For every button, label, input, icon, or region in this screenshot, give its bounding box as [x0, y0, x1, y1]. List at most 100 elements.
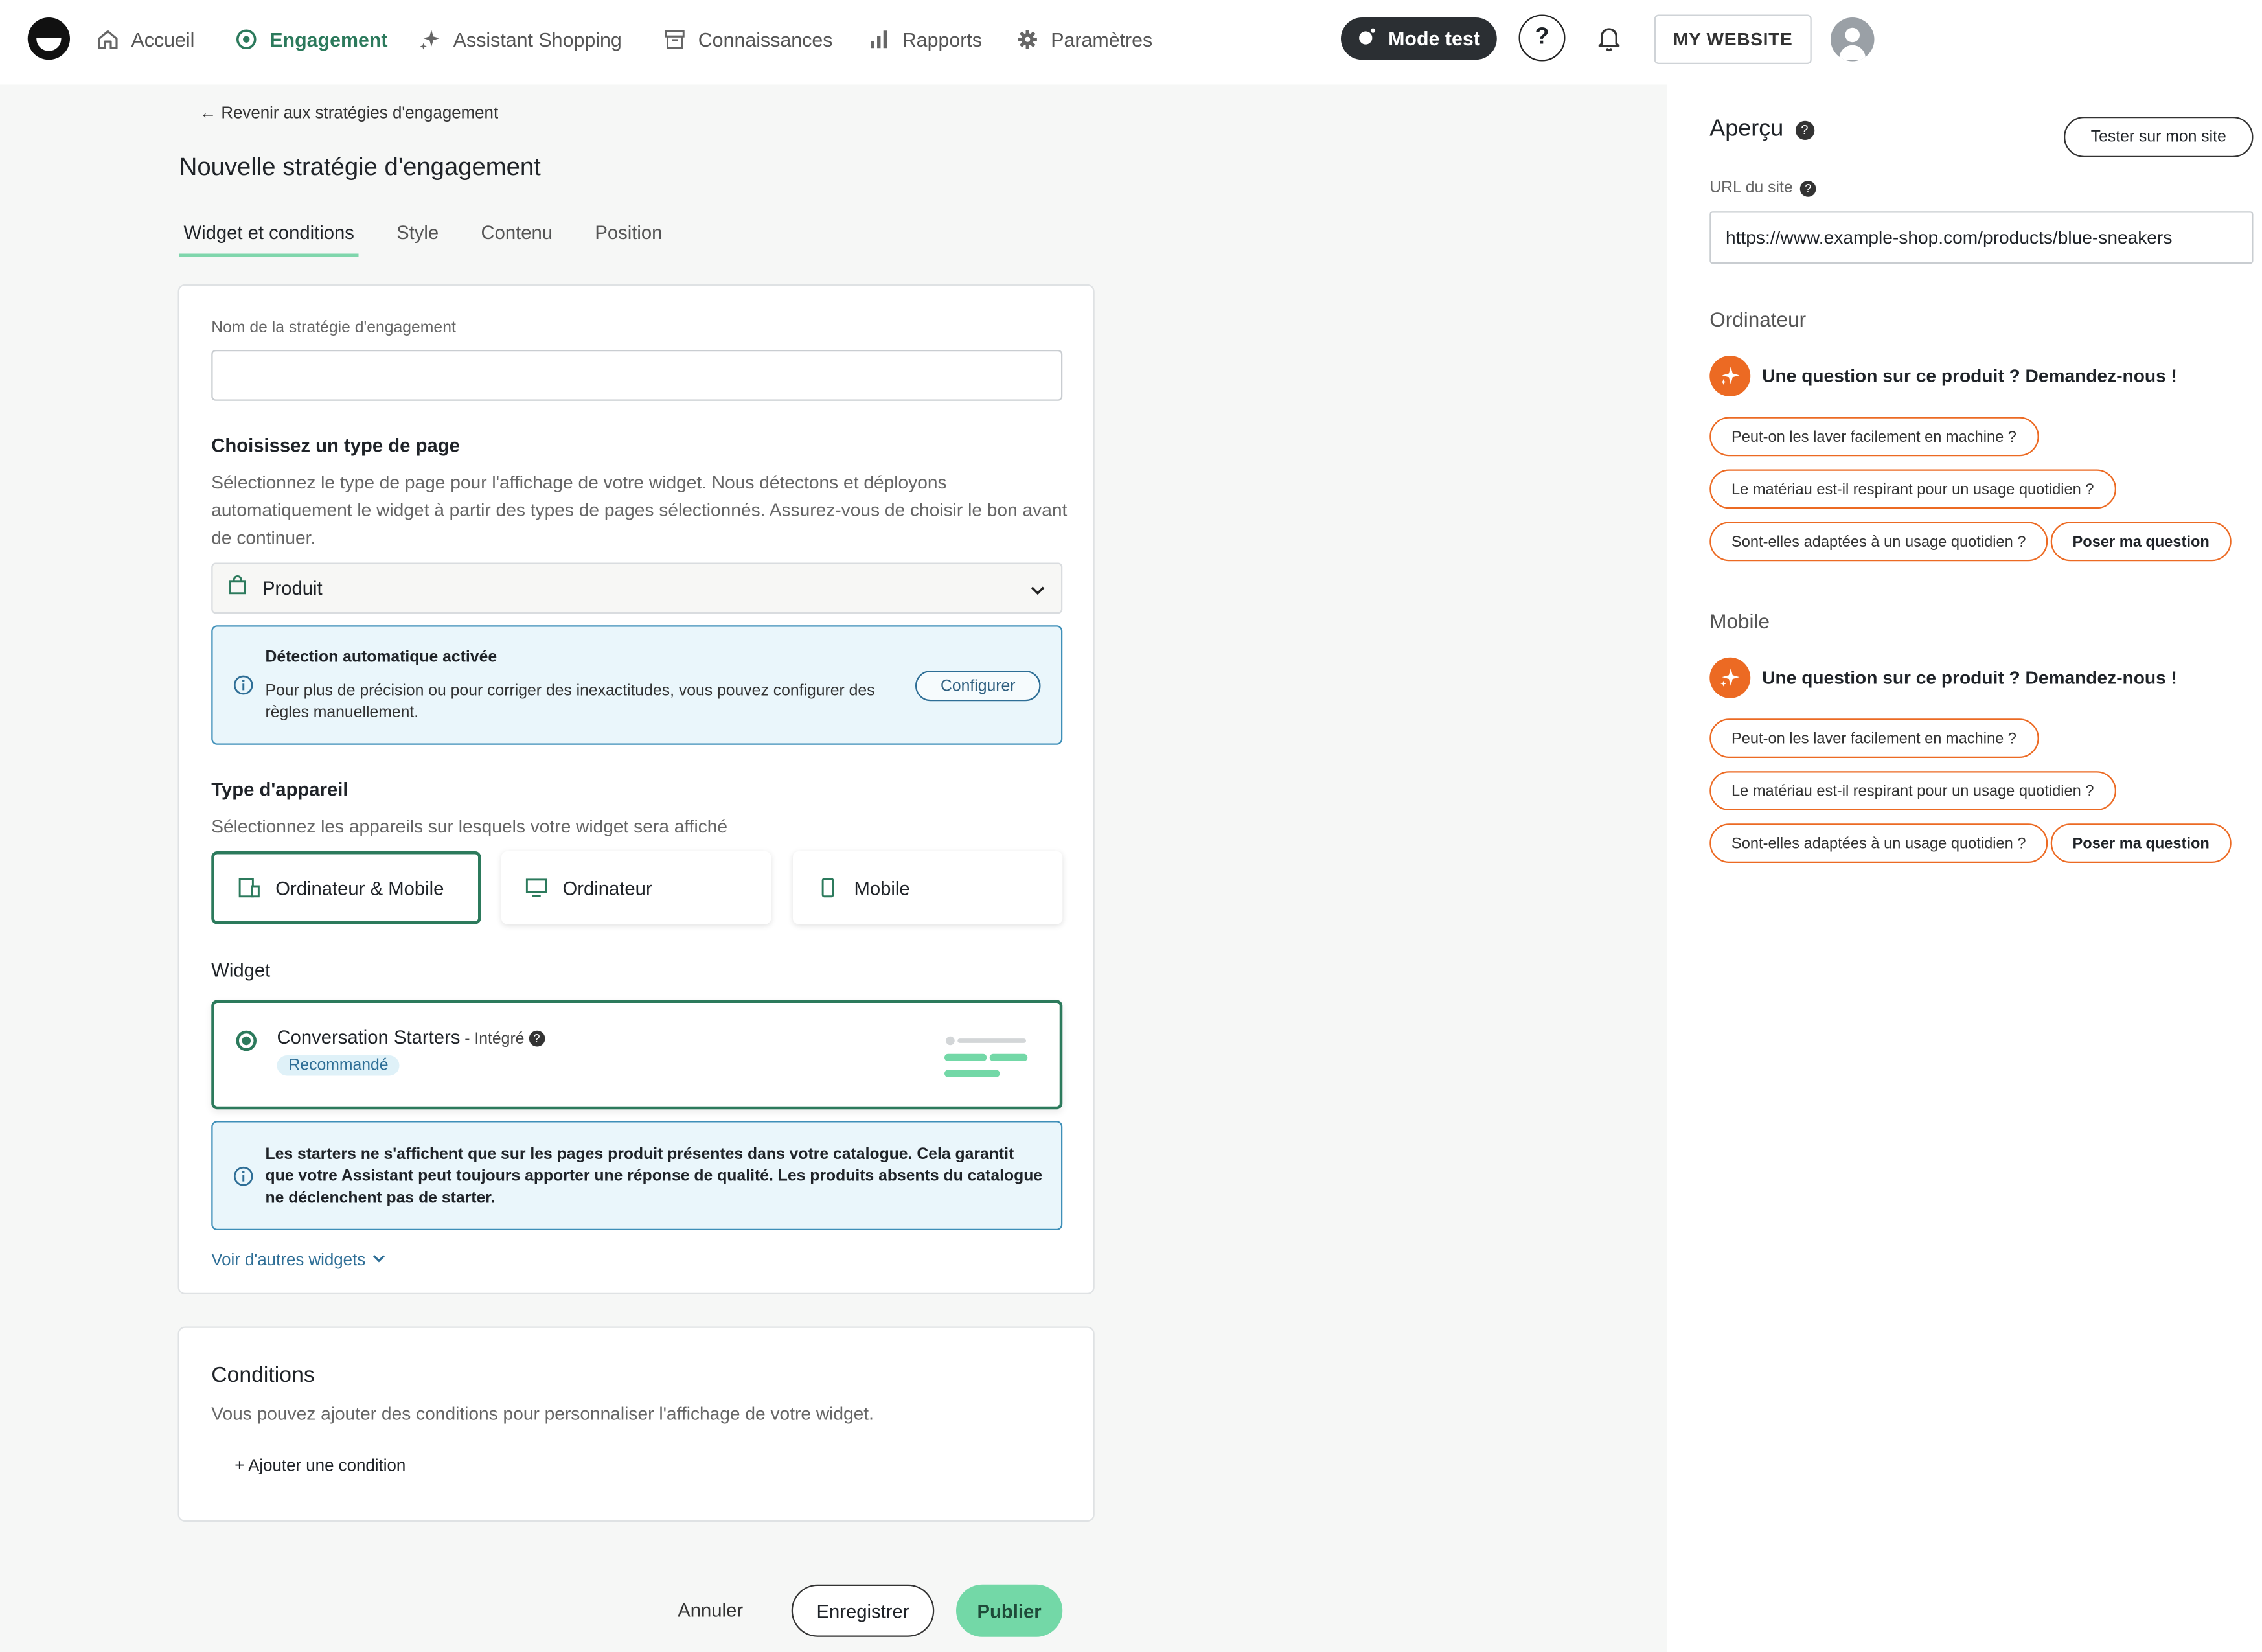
starter-chip[interactable]: Le matériau est-il respirant pour un usa…	[1709, 771, 2116, 810]
mobile-preview-title: Mobile	[1709, 609, 1770, 633]
test-on-site-button[interactable]: Tester sur mon site	[2064, 117, 2254, 157]
page-type-value: Produit	[262, 577, 323, 599]
device-option-label: Ordinateur & Mobile	[275, 877, 444, 899]
tab-contenu[interactable]: Contenu	[477, 222, 557, 257]
strategy-name-input[interactable]	[211, 350, 1063, 401]
headline-text: Une question sur ce produit ? Demandez-n…	[1762, 365, 2177, 387]
page-title: Nouvelle stratégie d'engagement	[179, 153, 541, 181]
help-icon[interactable]: ?	[529, 1030, 545, 1047]
widget-option-title: Conversation Starters - Intégré?	[277, 1026, 545, 1048]
shopping-bag-icon	[227, 575, 248, 602]
page-type-description: Sélectionnez le type de page pour l'affi…	[211, 472, 1068, 548]
website-label: MY WEBSITE	[1673, 29, 1793, 50]
strategy-name-label: Nom de la stratégie d'engagement	[211, 319, 456, 337]
flask-icon	[1358, 27, 1378, 51]
info-icon	[233, 675, 254, 696]
add-condition-button[interactable]: + Ajouter une condition	[234, 1458, 406, 1475]
more-widgets-label: Voir d'autres widgets	[211, 1251, 366, 1269]
auto-detection-body: Pour plus de précision ou pour corriger …	[265, 682, 875, 722]
nav-label: Assistant Shopping	[453, 28, 622, 51]
starter-chip[interactable]: Le matériau est-il respirant pour un usa…	[1709, 469, 2116, 509]
archive-icon	[663, 28, 687, 51]
help-icon[interactable]: ?	[1799, 179, 1816, 196]
nav-item-rapports[interactable]: Rapports	[867, 23, 982, 56]
conditions-title: Conditions	[211, 1362, 315, 1388]
monitor-icon	[525, 876, 548, 899]
mode-test-label: Mode test	[1388, 27, 1480, 50]
mode-test-button[interactable]: Mode test	[1341, 17, 1497, 60]
headline-text: Une question sur ce produit ? Demandez-n…	[1762, 667, 2177, 689]
nav-label: Engagement	[269, 28, 388, 51]
preview-title: Aperçu ?	[1709, 117, 1814, 143]
auto-detection-title: Détection automatique activée	[265, 648, 497, 667]
conditions-description: Vous pouvez ajouter des conditions pour …	[211, 1403, 874, 1425]
ask-question-chip[interactable]: Poser ma question	[2050, 823, 2232, 863]
app-logo[interactable]	[27, 17, 70, 60]
nav-item-accueil[interactable]: Accueil	[97, 23, 194, 56]
website-selector-button[interactable]: MY WEBSITE	[1654, 14, 1812, 64]
starter-chip[interactable]: Sont-elles adaptées à un usage quotidien…	[1709, 522, 2048, 562]
device-option-desktop[interactable]: Ordinateur	[501, 851, 771, 924]
widget-option-conversation-starters[interactable]: Conversation Starters - Intégré? Recomma…	[211, 1000, 1063, 1110]
smartphone-icon	[816, 876, 840, 899]
site-url-label: URL du site ?	[1709, 179, 1816, 197]
starter-chip[interactable]: Peut-on les laver facilement en machine …	[1709, 718, 2039, 758]
widget-title: Widget	[211, 959, 271, 981]
ask-question-chip[interactable]: Poser ma question	[2050, 522, 2232, 562]
cancel-button[interactable]: Annuler	[678, 1599, 743, 1621]
tab-widget-et-conditions[interactable]: Widget et conditions	[179, 222, 359, 257]
device-type-description: Sélectionnez les appareils sur lesquels …	[211, 816, 728, 837]
page-type-title: Choisissez un type de page	[211, 434, 460, 457]
sparkle-icon	[1709, 657, 1751, 698]
bar-chart-icon	[867, 28, 891, 51]
widget-settings-card: Nom de la stratégie d'engagement Choisis…	[177, 284, 1095, 1294]
more-widgets-link[interactable]: Voir d'autres widgets	[211, 1251, 385, 1270]
chevron-down-icon	[371, 1251, 386, 1270]
sparkle-icon	[418, 28, 442, 51]
back-link[interactable]: ← Revenir aux stratégies d'engagement	[200, 105, 498, 122]
chevron-down-icon	[1029, 580, 1047, 598]
nav-label: Paramètres	[1051, 28, 1153, 51]
form-actions: Annuler Enregistrer Publier	[177, 1557, 1095, 1652]
sparkle-icon	[1709, 356, 1751, 396]
site-url-label-text: URL du site	[1709, 179, 1793, 197]
devices-icon	[238, 876, 261, 899]
recommended-badge: Recommandé	[277, 1055, 400, 1076]
nav-label: Rapports	[902, 28, 983, 51]
save-button[interactable]: Enregistrer	[791, 1584, 935, 1637]
target-icon	[234, 28, 258, 51]
avatar[interactable]	[1831, 17, 1875, 62]
nav-item-connaissances[interactable]: Connaissances	[663, 23, 832, 56]
tab-style[interactable]: Style	[392, 222, 443, 257]
starter-chip[interactable]: Sont-elles adaptées à un usage quotidien…	[1709, 823, 2048, 863]
home-icon	[97, 28, 120, 51]
mobile-starter-headline: Une question sur ce produit ? Demandez-n…	[1709, 657, 2177, 698]
preview-panel: Aperçu ? Tester sur mon site URL du site…	[1667, 84, 2262, 1652]
tab-position[interactable]: Position	[591, 222, 667, 257]
publish-button[interactable]: Publier	[956, 1584, 1063, 1637]
device-option-desktop-mobile[interactable]: Ordinateur & Mobile	[211, 851, 481, 924]
conditions-card: Conditions Vous pouvez ajouter des condi…	[177, 1326, 1095, 1522]
top-navigation: Accueil Engagement Assistant Shopping Co…	[0, 0, 2262, 82]
widget-name: Conversation Starters	[277, 1026, 461, 1048]
starters-info-body: Les starters ne s'affichent que sur les …	[265, 1145, 1043, 1208]
preview-title-text: Aperçu	[1709, 117, 1784, 142]
widget-type: - Intégré	[460, 1030, 525, 1048]
site-url-input[interactable]: https://www.example-shop.com/products/bl…	[1709, 211, 2254, 264]
desktop-starter-headline: Une question sur ce produit ? Demandez-n…	[1709, 356, 2177, 396]
device-option-label: Ordinateur	[562, 877, 652, 899]
page-type-select[interactable]: Produit	[211, 562, 1063, 614]
info-icon	[233, 1166, 254, 1187]
help-button[interactable]: ?	[1518, 14, 1566, 62]
starter-chip[interactable]: Peut-on les laver facilement en machine …	[1709, 417, 2039, 457]
desktop-preview-title: Ordinateur	[1709, 307, 1807, 331]
help-icon[interactable]: ?	[1795, 120, 1814, 139]
starters-info: Les starters ne s'affichent que sur les …	[211, 1121, 1063, 1230]
nav-item-engagement[interactable]: Engagement	[234, 23, 388, 56]
bell-icon[interactable]	[1595, 23, 1624, 52]
device-option-mobile[interactable]: Mobile	[793, 851, 1063, 924]
configure-button[interactable]: Configurer	[915, 671, 1041, 702]
nav-item-parametres[interactable]: Paramètres	[1016, 23, 1152, 56]
radio-selected[interactable]	[236, 1030, 257, 1051]
nav-item-assistant-shopping[interactable]: Assistant Shopping	[418, 23, 622, 56]
